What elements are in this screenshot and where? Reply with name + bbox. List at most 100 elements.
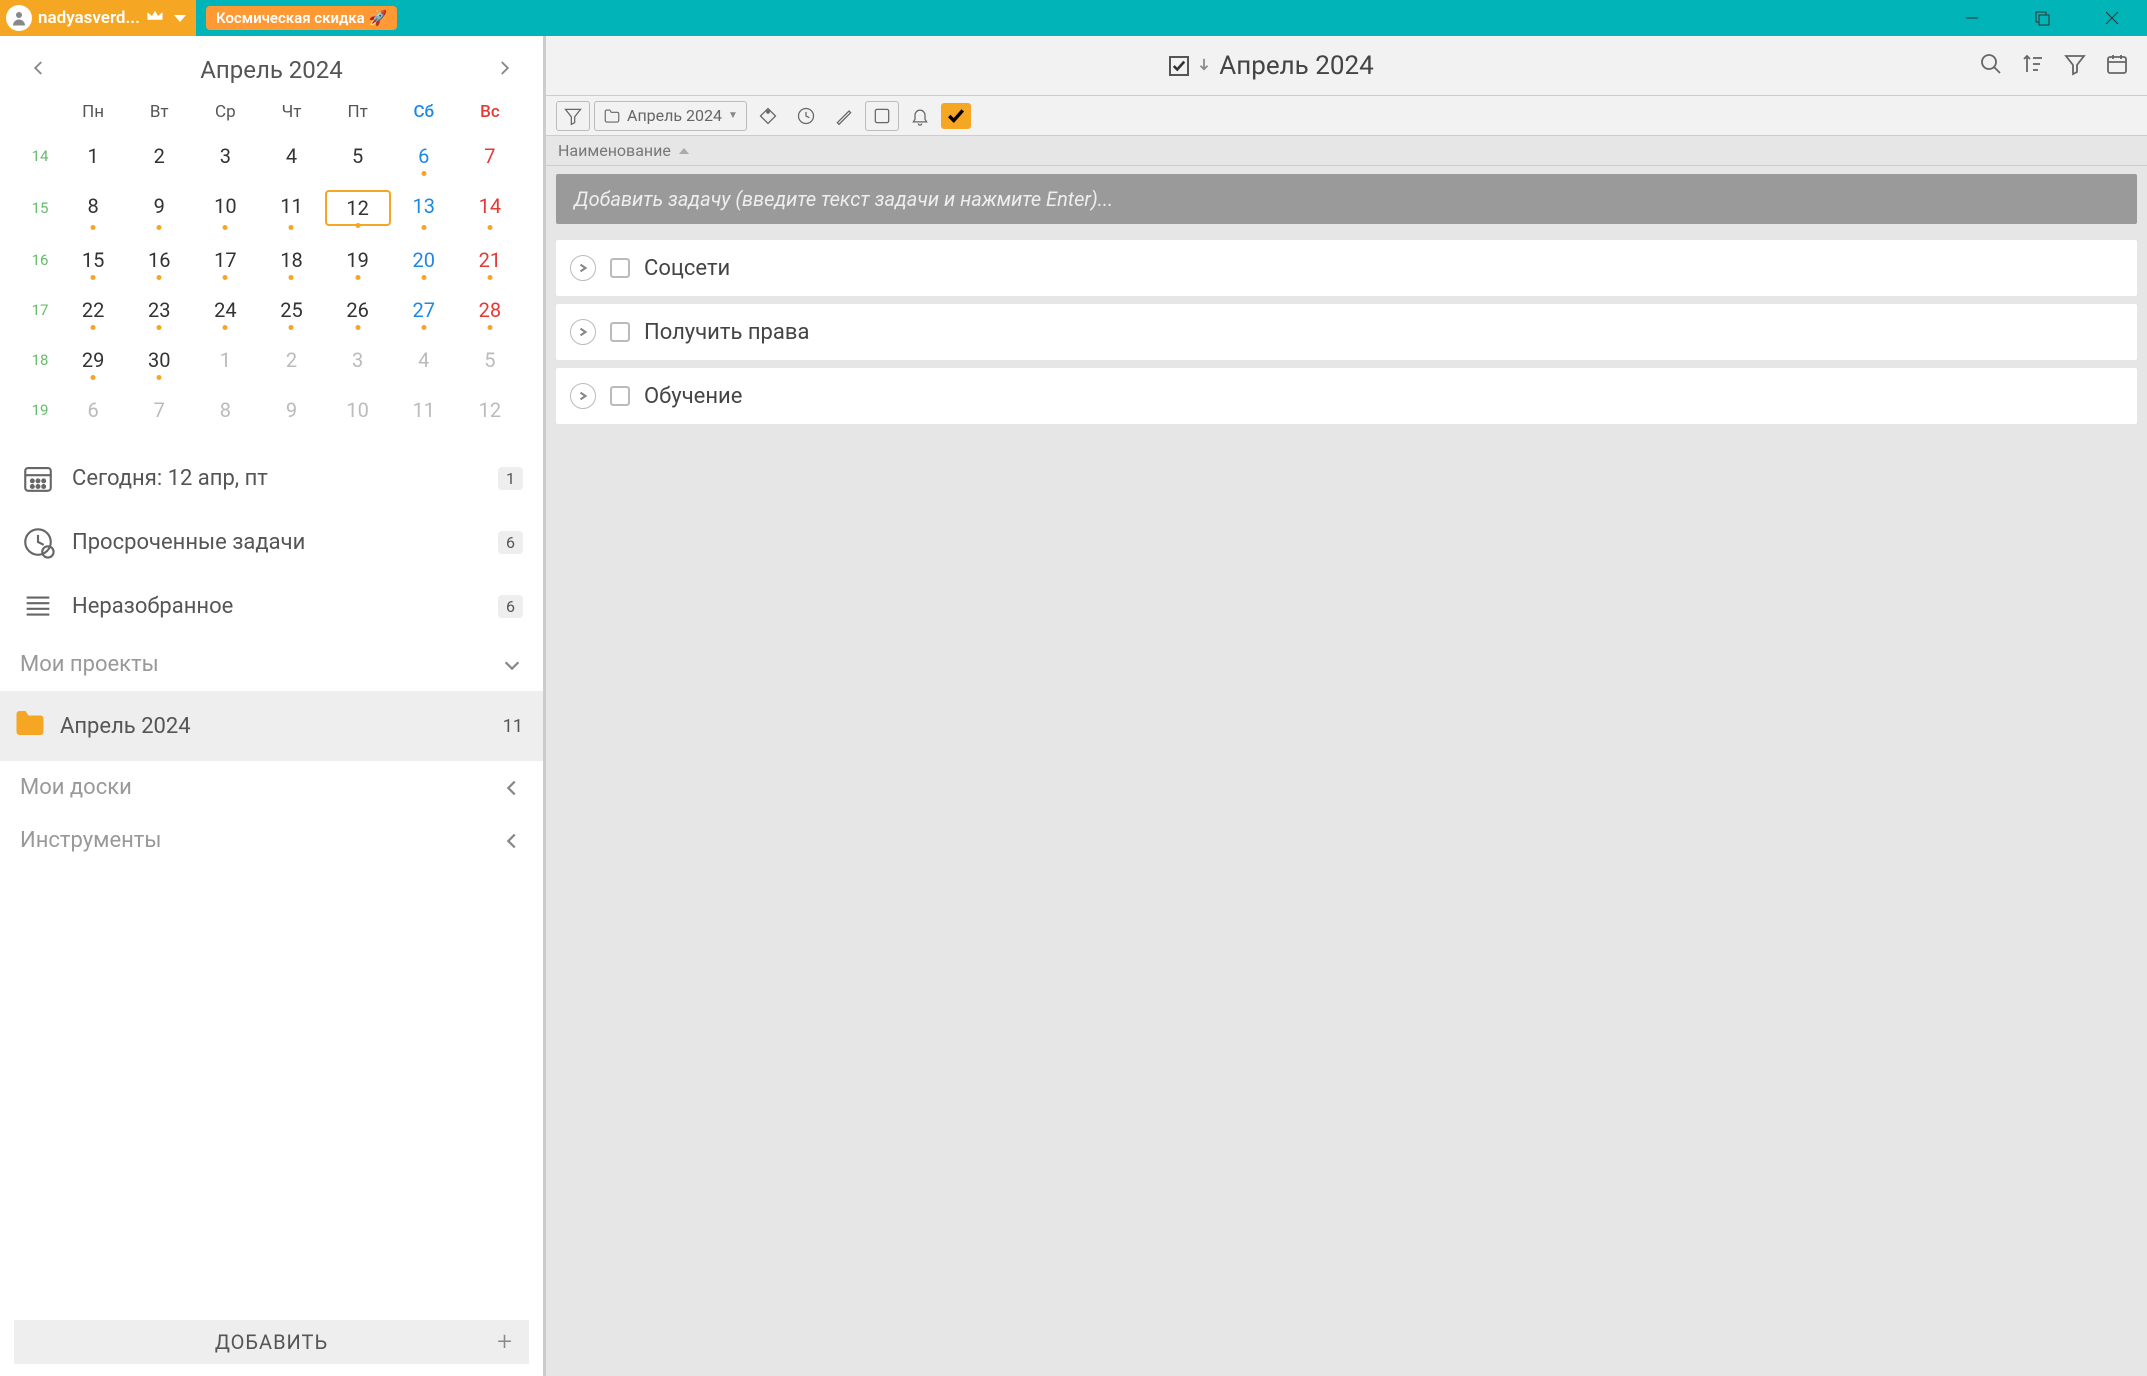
user-chip[interactable]: nadyasverd... [0,0,196,36]
calendar-dow: Вт [126,102,192,122]
search-icon[interactable] [1979,52,2003,80]
calendar-day[interactable]: 2 [126,140,192,172]
calendar-day[interactable]: 22 [60,294,126,326]
folder-selector[interactable]: Апрель 2024 ▼ [594,101,747,131]
task-title: Соцсети [644,256,730,281]
calendar-day[interactable]: 19 [325,244,391,276]
dropdown-icon [174,15,186,22]
section-my-boards[interactable]: Мои доски [0,761,543,814]
calendar-day[interactable]: 1 [60,140,126,172]
calendar-day[interactable]: 20 [391,244,457,276]
project-item-april[interactable]: Апрель 2024 11 [0,691,543,761]
expand-button[interactable] [570,383,596,409]
filter-icon[interactable] [2063,52,2087,80]
window-maximize-button[interactable] [2007,0,2077,36]
calendar-day[interactable]: 5 [457,344,523,376]
sidebar: Апрель 2024 ПнВтСрЧтПтСбВс14123456715891… [0,36,546,1376]
calendar-day[interactable]: 21 [457,244,523,276]
bell-button[interactable] [903,101,937,131]
calendar-dow: Ср [192,102,258,122]
calendar-day[interactable]: 7 [457,140,523,172]
task-checkbox[interactable] [610,322,630,342]
promo-badge[interactable]: Космическая скидка 🚀 [206,6,397,30]
task-row[interactable]: Соцсети [556,240,2137,296]
calendar-day[interactable]: 28 [457,294,523,326]
calendar-day[interactable]: 2 [258,344,324,376]
calendar-day[interactable]: 25 [258,294,324,326]
calendar-day[interactable]: 29 [60,344,126,376]
nav-overdue-label: Просроченные задачи [72,530,498,555]
calendar-day[interactable]: 11 [391,394,457,426]
highlight-button[interactable] [827,101,861,131]
add-task-input[interactable]: Добавить задачу (введите текст задачи и … [556,174,2137,224]
calendar-day[interactable]: 4 [258,140,324,172]
calendar-day[interactable]: 8 [60,190,126,226]
calendar-day[interactable]: 3 [192,140,258,172]
task-checkbox[interactable] [610,258,630,278]
checked-toggle[interactable] [941,103,971,129]
task-row[interactable]: Получить права [556,304,2137,360]
calendar-today-icon [20,460,56,496]
calendar-day[interactable]: 5 [325,140,391,172]
add-button[interactable]: ДОБАВИТЬ + [14,1320,529,1364]
calendar-day[interactable]: 16 [126,244,192,276]
section-my-projects[interactable]: Мои проекты [0,638,543,691]
sort-asc-icon [679,148,689,154]
calendar-day[interactable]: 27 [391,294,457,326]
calendar-weeknum: 15 [20,190,60,226]
calendar-day[interactable]: 26 [325,294,391,326]
task-row[interactable]: Обучение [556,368,2137,424]
clock-button[interactable] [789,101,823,131]
calendar-dow: Сб [391,102,457,122]
expand-button[interactable] [570,255,596,281]
expand-button[interactable] [570,319,596,345]
chevron-left-icon [501,777,523,799]
calendar-day[interactable]: 1 [192,344,258,376]
calendar-day[interactable]: 6 [60,394,126,426]
calendar-day[interactable]: 9 [258,394,324,426]
calendar-day[interactable]: 10 [325,394,391,426]
checkbox-button[interactable] [865,101,899,131]
calendar-day[interactable]: 24 [192,294,258,326]
calendar-day[interactable]: 18 [258,244,324,276]
calendar-day[interactable]: 4 [391,344,457,376]
nav-today[interactable]: Сегодня: 12 апр, пт 1 [0,446,543,510]
calendar-day[interactable]: 3 [325,344,391,376]
folder-icon [12,705,48,747]
nav-today-label: Сегодня: 12 апр, пт [72,466,498,491]
calendar-prev-button[interactable] [30,59,48,81]
calendar-day[interactable]: 12 [325,190,391,226]
calendar-next-button[interactable] [495,59,513,81]
calendar-day[interactable]: 9 [126,190,192,226]
section-tools[interactable]: Инструменты [0,814,543,867]
column-header[interactable]: Наименование [546,136,2147,166]
calendar-day[interactable]: 7 [126,394,192,426]
calendar-day[interactable]: 11 [258,190,324,226]
calendar-day[interactable]: 23 [126,294,192,326]
window-close-button[interactable] [2077,0,2147,36]
main-title: Апрель 2024 [1219,51,1373,81]
checkbox-icon[interactable] [1169,56,1189,76]
sort-icon[interactable] [2021,52,2045,80]
calendar-day[interactable]: 12 [457,394,523,426]
task-title: Обучение [644,384,742,409]
calendar-day[interactable]: 17 [192,244,258,276]
task-checkbox[interactable] [610,386,630,406]
calendar-weeknum: 18 [20,344,60,376]
calendar-day[interactable]: 6 [391,140,457,172]
calendar-day[interactable]: 15 [60,244,126,276]
calendar-dow: Чт [258,102,324,122]
window-minimize-button[interactable] [1937,0,2007,36]
tag-button[interactable] [751,101,785,131]
calendar-weeknum: 14 [20,140,60,172]
filter-button[interactable] [556,101,590,131]
calendar-icon[interactable] [2105,52,2129,80]
calendar-day[interactable]: 10 [192,190,258,226]
calendar-day[interactable]: 13 [391,190,457,226]
nav-overdue[interactable]: Просроченные задачи 6 [0,510,543,574]
calendar-day[interactable]: 14 [457,190,523,226]
calendar-day[interactable]: 30 [126,344,192,376]
nav-unsorted[interactable]: Неразобранное 6 [0,574,543,638]
calendar-day[interactable]: 8 [192,394,258,426]
calendar-title: Апрель 2024 [200,56,343,84]
